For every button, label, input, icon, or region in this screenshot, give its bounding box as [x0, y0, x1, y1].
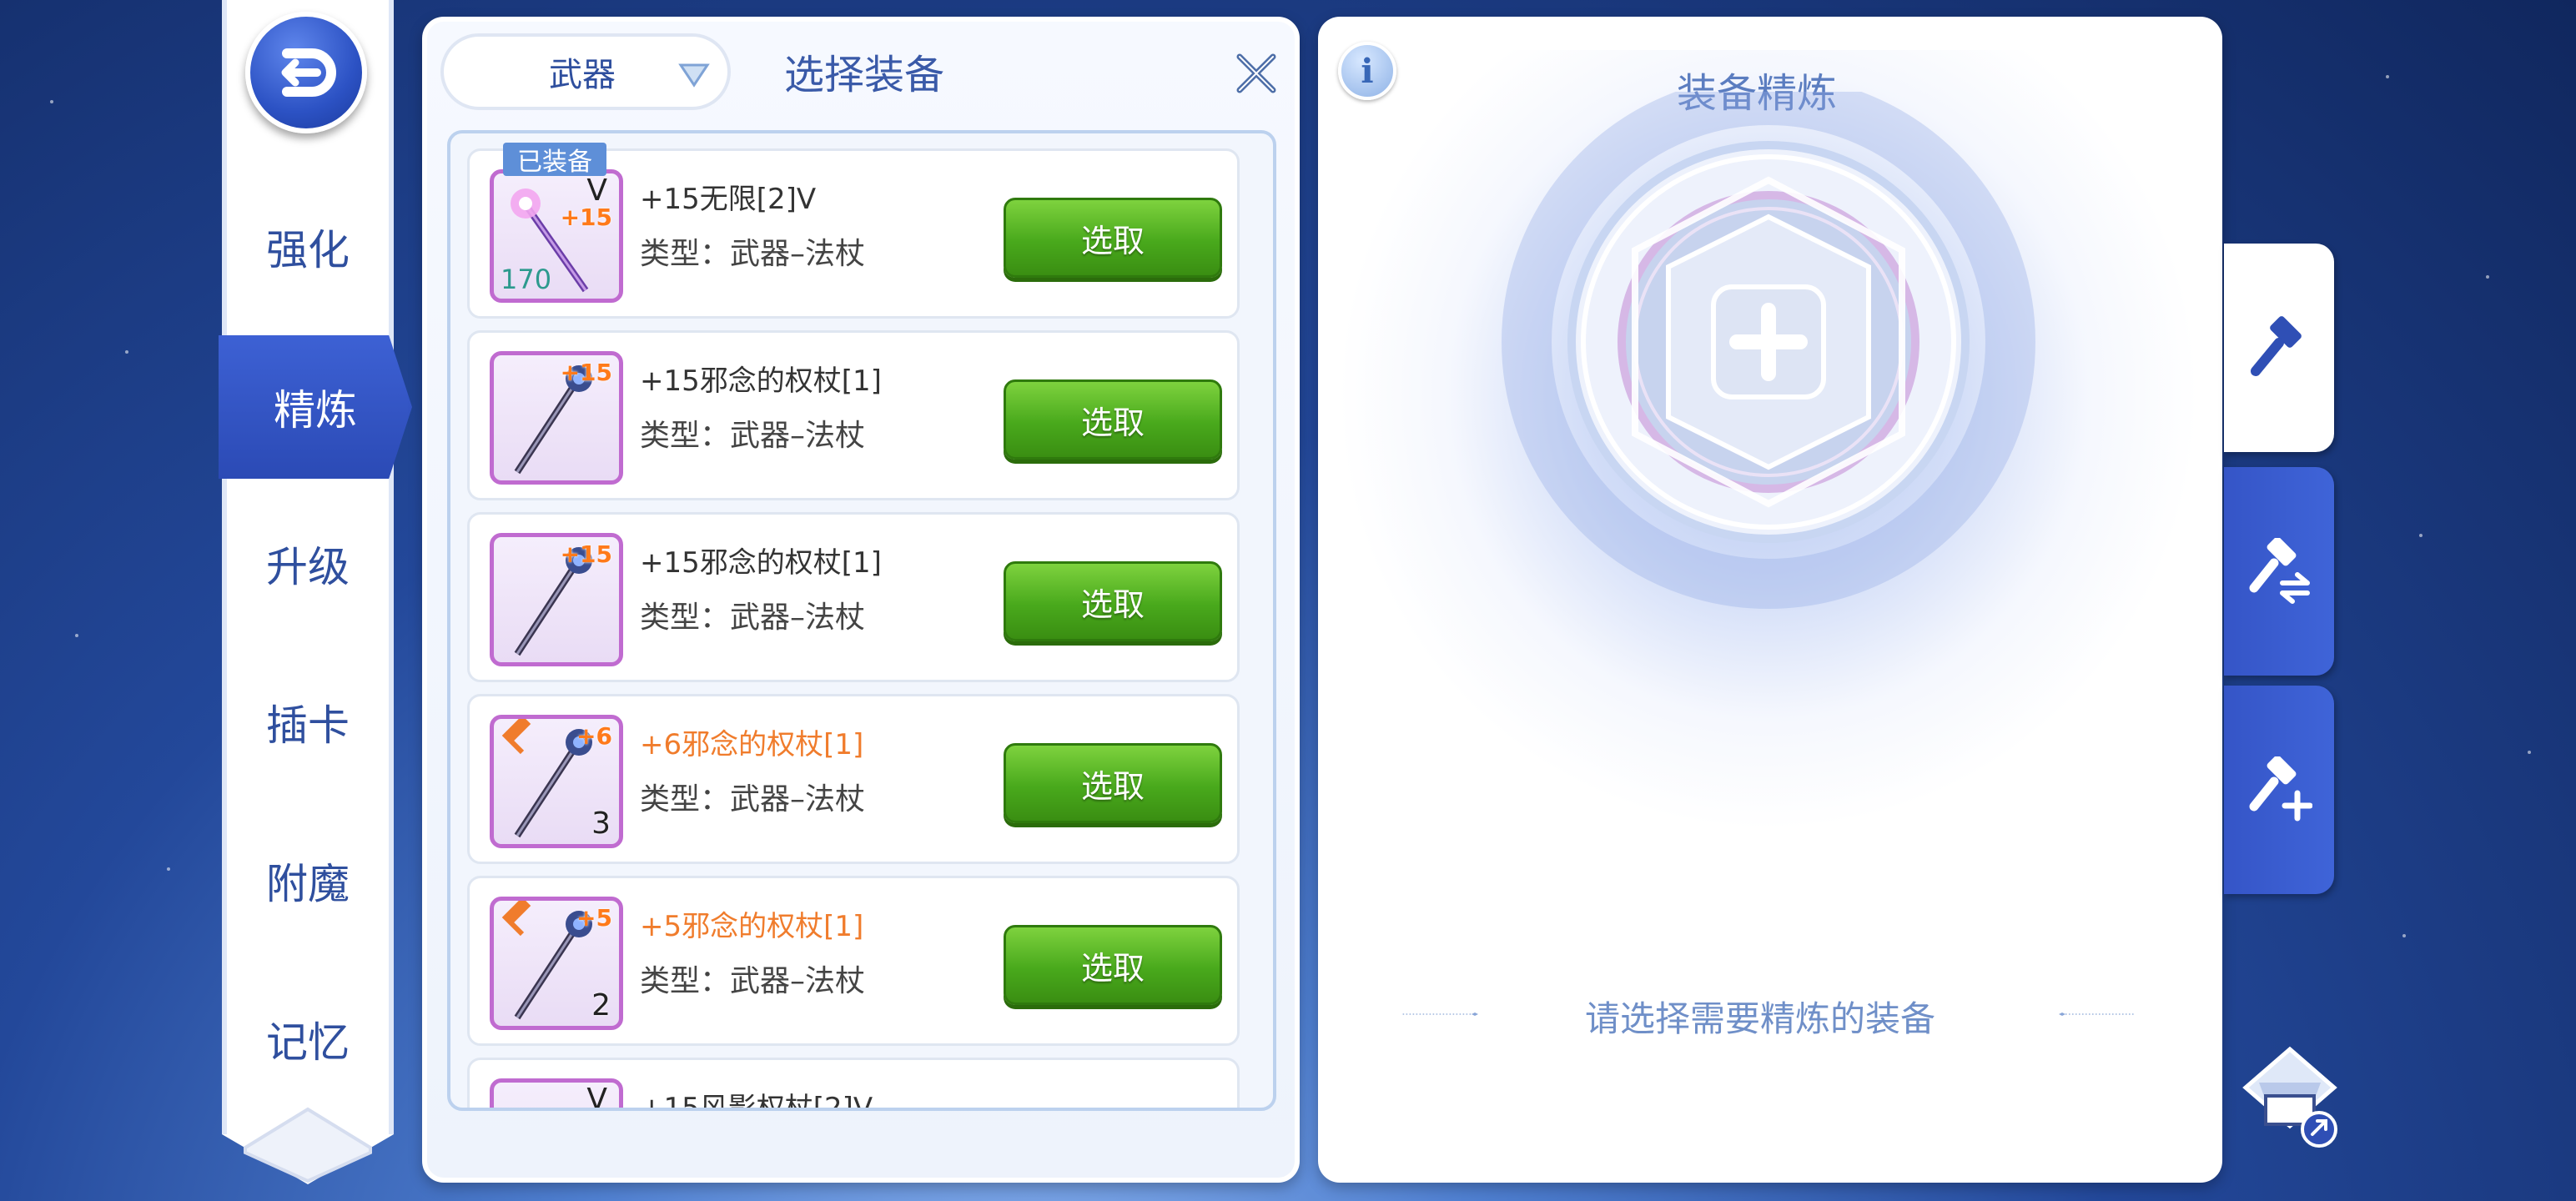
back-arrow-icon: [281, 48, 336, 97]
menu-item-enchant[interactable]: 附魔: [222, 831, 394, 931]
refine-level: +6: [576, 722, 612, 750]
select-button[interactable]: 选取: [1004, 743, 1222, 823]
list-item: V +15 170 已装备 +15无限[2]V 类型：武器–法杖 选取: [467, 143, 1240, 319]
hammer-plus-icon: [2249, 756, 2312, 822]
item-icon[interactable]: +15: [490, 533, 623, 666]
hint-text: 请选择需要精炼的装备: [1585, 998, 1936, 1039]
hint-divider-right: [2059, 1013, 2135, 1016]
item-type: 类型：武器–法杖: [640, 419, 866, 453]
list-item: +6 3 +6邪念的权杖[1] 类型：武器–法杖 选取: [467, 694, 1240, 864]
item-count: 3: [591, 807, 611, 841]
item-name: +5邪念的权杖[1]: [640, 910, 864, 943]
menu-item-card-insert[interactable]: 插卡: [222, 672, 394, 772]
category-label: 武器: [549, 56, 616, 94]
menu-item-refine[interactable]: 精炼: [219, 335, 412, 479]
refine-level: +15: [560, 359, 612, 386]
refine-level: +15: [560, 540, 612, 568]
list-item: +15 +15邪念的权杖[1] 类型：武器–法杖 选取: [467, 330, 1240, 500]
back-button[interactable]: [245, 12, 367, 133]
item-name: +15无限[2]V: [640, 183, 817, 216]
item-name: +6邪念的权杖[1]: [640, 728, 864, 761]
tab-refine-transfer[interactable]: [2224, 467, 2334, 676]
select-button[interactable]: 选取: [1004, 925, 1222, 1005]
equipped-tag: 已装备: [503, 143, 606, 177]
item-icon[interactable]: V: [490, 1078, 623, 1111]
item-name: +15邪念的权杖[1]: [640, 364, 882, 398]
item-type: 类型：武器–法杖: [640, 600, 866, 635]
equipment-list[interactable]: V +15 170 已装备 +15无限[2]V 类型：武器–法杖 选取 +15 …: [447, 130, 1276, 1111]
tab-refine-plus[interactable]: [2224, 686, 2334, 894]
item-type: 类型：武器–法杖: [640, 964, 866, 998]
hint-divider-left: [1402, 1013, 1478, 1016]
menu-item-upgrade[interactable]: 升级: [222, 514, 394, 614]
menu-item-label: 升级: [266, 543, 350, 591]
item-level: 170: [501, 264, 552, 295]
refine-level: +15: [560, 204, 612, 231]
tab-refine[interactable]: [2224, 244, 2334, 452]
slot-text: V: [586, 173, 607, 208]
item-icon[interactable]: +6 3: [490, 715, 623, 848]
slot-text: V: [586, 1083, 607, 1111]
equipment-slot[interactable]: [1468, 92, 2069, 692]
item-icon[interactable]: +5 2: [490, 897, 623, 1030]
menu-item-label: 精炼: [274, 386, 357, 435]
hammer-transfer-icon: [2249, 538, 2310, 604]
menu-item-strengthen[interactable]: 强化: [222, 197, 394, 297]
shop-icon[interactable]: [2236, 1041, 2344, 1149]
item-name: +15邪念的权杖[1]: [640, 546, 882, 580]
menu-item-label: 强化: [266, 226, 350, 274]
category-dropdown[interactable]: 武器: [440, 33, 731, 110]
item-type: 类型：武器–法杖: [640, 237, 866, 271]
refine-level: +5: [576, 904, 612, 932]
panel-title: 选择装备: [784, 52, 945, 98]
item-icon[interactable]: +15: [490, 351, 623, 485]
list-item: V +15风影权杖[2]V: [467, 1058, 1240, 1111]
item-name: +15风影权杖[2]V: [640, 1092, 873, 1111]
menu-item-label: 记忆: [266, 1018, 350, 1067]
menu-item-label: 插卡: [266, 701, 350, 750]
select-button[interactable]: 选取: [1004, 198, 1222, 278]
list-item: +15 +15邪念的权杖[1] 类型：武器–法杖 选取: [467, 512, 1240, 682]
item-count: 2: [591, 988, 611, 1023]
info-button[interactable]: i: [1338, 42, 1396, 100]
scroll-up-chevron-icon[interactable]: [239, 1101, 377, 1184]
item-icon[interactable]: V +15 170: [490, 169, 623, 303]
menu-item-memory[interactable]: 记忆: [222, 989, 394, 1089]
item-type: 类型：武器–法杖: [640, 782, 866, 817]
select-button[interactable]: 选取: [1004, 379, 1222, 460]
list-item: +5 2 +5邪念的权杖[1] 类型：武器–法杖 选取: [467, 876, 1240, 1046]
close-icon[interactable]: [1233, 50, 1280, 97]
select-button[interactable]: 选取: [1004, 561, 1222, 641]
menu-item-label: 附魔: [266, 860, 350, 908]
hammer-icon: [2251, 316, 2302, 376]
chevron-down-icon: [678, 63, 710, 88]
